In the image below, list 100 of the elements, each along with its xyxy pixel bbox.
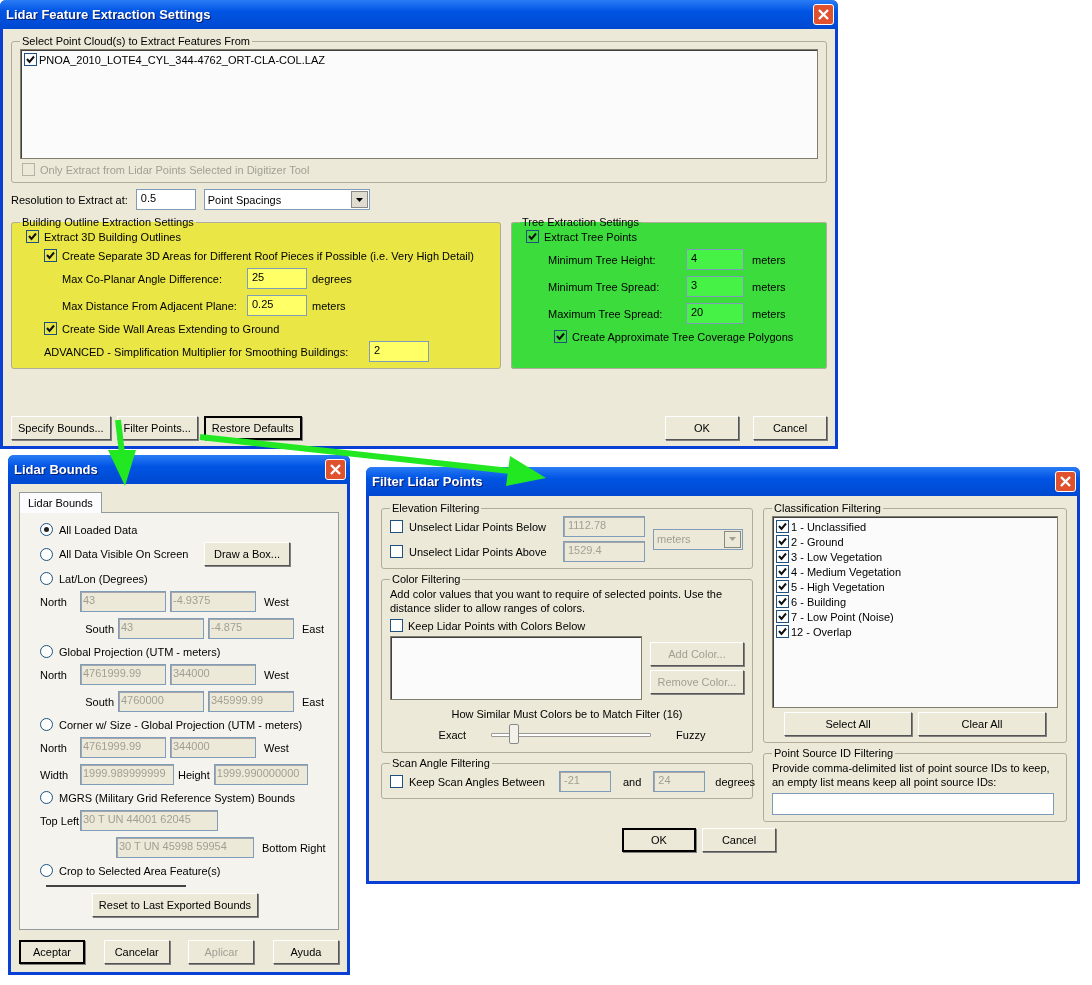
radio-label: All Data Visible On Screen [59, 548, 189, 560]
field-label: West [264, 595, 289, 608]
field-label: Height [178, 768, 210, 781]
checkbox[interactable] [554, 330, 567, 343]
radio-button[interactable] [40, 791, 53, 804]
group-title: Scan Angle Filtering [391, 757, 491, 769]
group-title: Color Filtering [391, 573, 462, 585]
list-item[interactable]: 6 - Building [791, 595, 847, 608]
dialog-button[interactable]: Cancel [702, 828, 776, 852]
input-field[interactable]: 4 [686, 249, 744, 270]
field-label: West [264, 741, 289, 754]
dialog-button[interactable]: Filter Points... [116, 416, 198, 440]
field-label: West [264, 668, 289, 681]
dialog-button[interactable]: Ayuda [272, 940, 339, 964]
checkbox[interactable] [26, 230, 39, 243]
checkbox-label: Keep Lidar Points with Colors Below [408, 619, 586, 632]
input-field[interactable]: 0.5 [135, 189, 196, 210]
field-label: Resolution to Extract at: [11, 193, 128, 206]
checkbox-label: Create Separate 3D Areas for Different Roof Pieces if Possible (i.e. Very High Detail) [62, 249, 474, 262]
checkbox[interactable] [776, 550, 789, 563]
checkbox[interactable] [390, 619, 403, 632]
radio-button[interactable] [40, 718, 53, 731]
caret-icon [355, 197, 363, 202]
checkbox[interactable] [776, 610, 789, 623]
draw-box-button[interactable]: Draw a Box... [204, 542, 290, 566]
checkbox-label: Unselect Lidar Points Below [409, 520, 547, 533]
close-icon [329, 463, 342, 476]
input-field[interactable]: 20 [686, 303, 744, 324]
checkbox[interactable] [390, 545, 403, 558]
checkbox[interactable] [776, 520, 789, 533]
dialog-button[interactable]: Cancelar [103, 940, 170, 964]
checkbox-label: Keep Scan Angles Between [409, 775, 546, 788]
group-title: Classification Filtering [773, 502, 882, 514]
checkbox[interactable] [526, 230, 539, 243]
unit-label: meters [312, 299, 346, 312]
dialog-button[interactable]: Clear All [918, 712, 1046, 736]
dialog-button[interactable]: Specify Bounds... [11, 416, 111, 440]
dialog-button[interactable]: Aceptar [19, 940, 85, 964]
reset-button[interactable]: Reset to Last Exported Bounds [91, 893, 259, 917]
checkbox[interactable] [390, 775, 403, 788]
radio-button[interactable] [40, 547, 53, 561]
slider-max-label: Fuzzy [676, 729, 706, 741]
group-title: Point Source ID Filtering [773, 747, 895, 759]
field-label: Max Co-Planar Angle Difference: [62, 272, 223, 285]
radio-label: Crop to Selected Area Feature(s) [59, 864, 221, 877]
dialog-button[interactable]: OK [622, 828, 696, 852]
caret-icon [729, 537, 736, 541]
list-item[interactable]: 4 - Medium Vegetation [791, 565, 902, 578]
description-text: Provide comma-delimited list of point source IDs to keep, an empty list means keep all point source IDs: [772, 761, 1051, 789]
checkbox-label: Extract 3D Building Outlines [44, 230, 181, 243]
field-label: Width [40, 768, 70, 781]
checkbox-label: Create Approximate Tree Coverage Polygons [572, 330, 794, 343]
checkbox[interactable] [24, 53, 37, 66]
field-label: ADVANCED - Simplification Multiplier for Smoothing Buildings: [44, 345, 350, 358]
checkbox[interactable] [390, 520, 403, 533]
input-field[interactable]: 0.25 [247, 295, 307, 316]
checkbox[interactable] [44, 249, 57, 262]
group-title: Select Point Cloud(s) to Extract Features From [21, 35, 252, 47]
slider-thumb[interactable] [509, 724, 520, 744]
radio-label: Corner w/ Size - Global Projection (UTM - meters) [59, 718, 303, 731]
close-button[interactable] [813, 4, 834, 25]
input-field[interactable]: 25 [247, 268, 307, 289]
radio-button[interactable] [40, 645, 53, 658]
list-item[interactable]: 1 - Unclassified [791, 520, 867, 533]
close-button[interactable] [1055, 471, 1076, 492]
unit-dropdown[interactable]: Point Spacings [203, 189, 370, 210]
field-label: East [302, 695, 324, 708]
list-item[interactable]: 5 - High Vegetation [791, 580, 885, 593]
group-title: Building Outline Extraction Settings [21, 216, 195, 228]
radio-button[interactable] [40, 572, 53, 585]
close-button[interactable] [325, 459, 346, 480]
checkbox[interactable] [776, 565, 789, 578]
input-field[interactable] [772, 793, 1054, 815]
checkbox-label: Unselect Lidar Points Above [409, 545, 548, 558]
list-item[interactable]: 12 - Overlap [791, 625, 852, 638]
dialog-button[interactable]: Select All [784, 712, 912, 736]
dialog-button[interactable]: Restore Defaults [203, 416, 302, 440]
checkbox[interactable] [776, 625, 789, 638]
window-title: Lidar Bounds [14, 462, 98, 477]
field-label: Minimum Tree Spread: [548, 280, 661, 293]
checkbox[interactable] [776, 580, 789, 593]
unit-label: meters [752, 253, 786, 266]
tab[interactable]: Lidar Bounds [19, 492, 102, 513]
checkbox[interactable] [776, 595, 789, 608]
input-field[interactable]: 2 [369, 341, 429, 362]
field-label: North [40, 668, 68, 681]
checkbox[interactable] [44, 322, 57, 335]
dialog-button[interactable]: Cancel [753, 416, 827, 440]
input-field[interactable]: 3 [686, 276, 744, 297]
list-item[interactable]: PNOA_2010_LOTE4_CYL_344-4762_ORT-CLA-COL.LAZ [39, 53, 325, 66]
list-item[interactable]: 3 - Low Vegetation [791, 550, 883, 563]
field-label: East [302, 622, 324, 635]
field-label: South [84, 622, 114, 635]
checkbox[interactable] [776, 535, 789, 548]
list-item[interactable]: 2 - Ground [791, 535, 844, 548]
list-item[interactable]: 7 - Low Point (Noise) [791, 610, 894, 623]
dialog-button[interactable]: OK [665, 416, 739, 440]
radio-button[interactable] [40, 864, 53, 877]
checkbox-label: Create Side Wall Areas Extending to Ground [62, 322, 280, 335]
radio-button[interactable] [40, 523, 53, 536]
